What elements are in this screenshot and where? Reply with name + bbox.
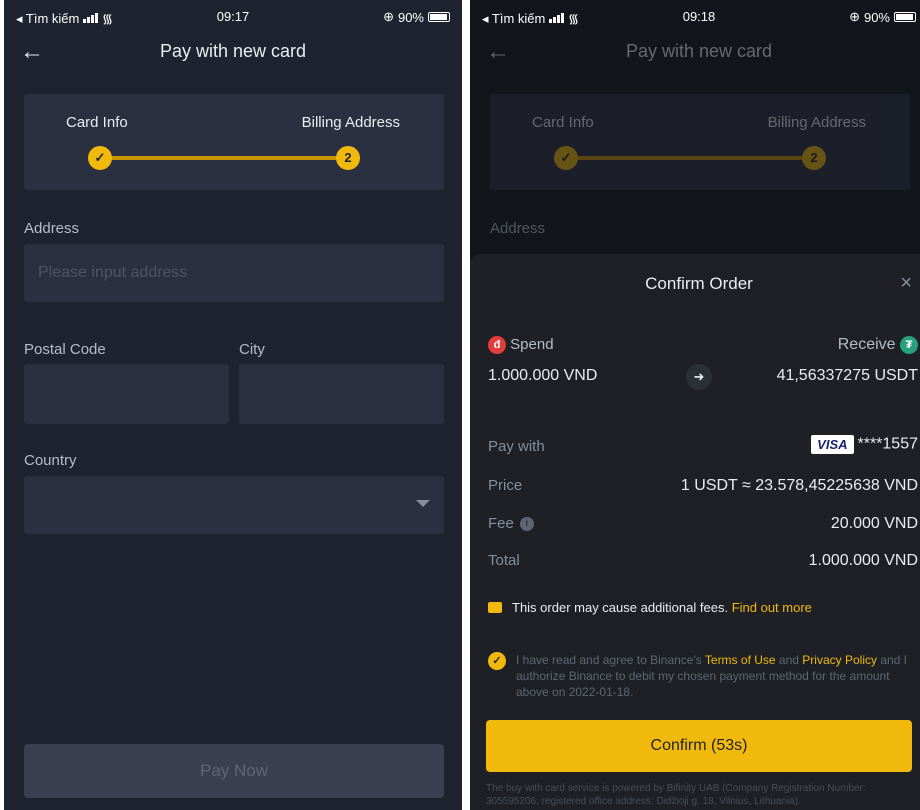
total-label: Total (488, 552, 520, 569)
progress-stepper: Card Info Billing Address ✓ 2 (24, 94, 444, 190)
agreement: ✓ I have read and agree to Binance's Ter… (488, 652, 908, 700)
alarm-icon: ⊕ (849, 9, 860, 24)
sheet-title: Confirm Order (645, 274, 753, 293)
country-label: Country (24, 452, 77, 469)
warning-text: This order may cause additional fees. (512, 600, 729, 615)
country-select[interactable] (24, 476, 444, 534)
visa-logo: VISA (811, 435, 854, 454)
card-warning-icon (488, 602, 502, 613)
page-title: Pay with new card (159, 41, 307, 61)
step-done-check-icon: ✓ (88, 146, 112, 170)
receive-label: Receive (837, 336, 896, 354)
status-bar: ◂ Tìm kiếm ᯾ 09:18 ⊕ 90% (470, 0, 920, 34)
confirm-order-sheet: Confirm Order × đ Spend Receive ₮ 1.000.… (470, 254, 920, 810)
screen-confirm-order: ◂ Tìm kiếm ᯾ 09:18 ⊕ 90% ← Pay with new c… (470, 0, 920, 810)
privacy-policy-link[interactable]: Privacy Policy (802, 653, 877, 667)
pay-with-label: Pay with (488, 438, 545, 455)
info-icon[interactable]: i (519, 517, 534, 532)
battery-icon (894, 12, 916, 22)
fee-label: Fee (488, 515, 514, 532)
payment-card[interactable]: VISA ****1557 (811, 435, 918, 454)
screen-pay-with-new-card: ◂ Tìm kiếm ᯾ 09:17 ⊕ 90% ← Pay with new c… (4, 0, 462, 810)
city-input[interactable] (239, 364, 444, 424)
progress-stepper: Card Info Billing Address ✓ 2 (490, 94, 910, 190)
nav-bar: ← Pay with new card (470, 34, 920, 70)
price-label: Price (488, 477, 523, 494)
step-billing-address-label: Billing Address (301, 114, 400, 131)
close-icon[interactable]: × (900, 272, 912, 295)
address-input[interactable]: Please input address (24, 244, 444, 302)
step-card-info-label: Card Info (532, 114, 594, 131)
step-2-badge: 2 (336, 146, 360, 170)
pay-now-button[interactable]: Pay Now (24, 744, 444, 798)
alarm-icon: ⊕ (383, 9, 394, 24)
total-value: 1.000.000 VND (808, 552, 918, 569)
service-footnote: The buy with card service is powered by … (486, 783, 866, 807)
chevron-down-icon (416, 500, 430, 507)
city-label: City (239, 341, 265, 358)
page-title: Pay with new card (625, 41, 773, 61)
postal-code-input[interactable] (24, 364, 229, 424)
agree-and: and (778, 653, 799, 667)
stepper-track (104, 156, 354, 160)
address-label: Address (490, 220, 546, 237)
agree-text-1: I have read and agree to Binance's (516, 653, 702, 667)
spend-amount: 1.000.000 VND (488, 367, 598, 384)
postal-code-label: Postal Code (24, 341, 106, 358)
agree-checkbox-icon[interactable]: ✓ (488, 652, 506, 670)
stepper-track (570, 156, 820, 160)
step-card-info-label: Card Info (66, 114, 128, 131)
price-value: 1 USDT ≈ 23.578,45225638 VND (680, 477, 918, 494)
battery-percent: 90% (863, 9, 890, 25)
address-placeholder: Please input address (38, 264, 188, 281)
card-number: ****1557 (857, 435, 919, 453)
step-2-badge: 2 (802, 146, 826, 170)
nav-bar: ← Pay with new card (4, 34, 462, 70)
address-label: Address (24, 220, 80, 237)
vnd-coin-icon: đ (488, 336, 506, 355)
receive-amount: 41,56337275 USDT (776, 367, 918, 384)
status-bar: ◂ Tìm kiếm ᯾ 09:17 ⊕ 90% (4, 0, 462, 34)
usdt-coin-icon: ₮ (900, 336, 918, 354)
battery-percent: 90% (397, 9, 424, 25)
arrow-right-icon: ➜ (686, 364, 712, 390)
step-done-check-icon: ✓ (554, 146, 578, 170)
fee-value: 20.000 VND (830, 515, 918, 532)
step-billing-address-label: Billing Address (767, 114, 866, 131)
terms-of-use-link[interactable]: Terms of Use (705, 653, 776, 667)
find-out-more-link[interactable]: Find out more (732, 600, 812, 615)
battery-icon (428, 12, 450, 22)
spend-label: Spend (510, 336, 554, 353)
fee-warning: This order may cause additional fees. Fi… (488, 600, 812, 615)
confirm-button[interactable]: Confirm (53s) (486, 720, 912, 772)
